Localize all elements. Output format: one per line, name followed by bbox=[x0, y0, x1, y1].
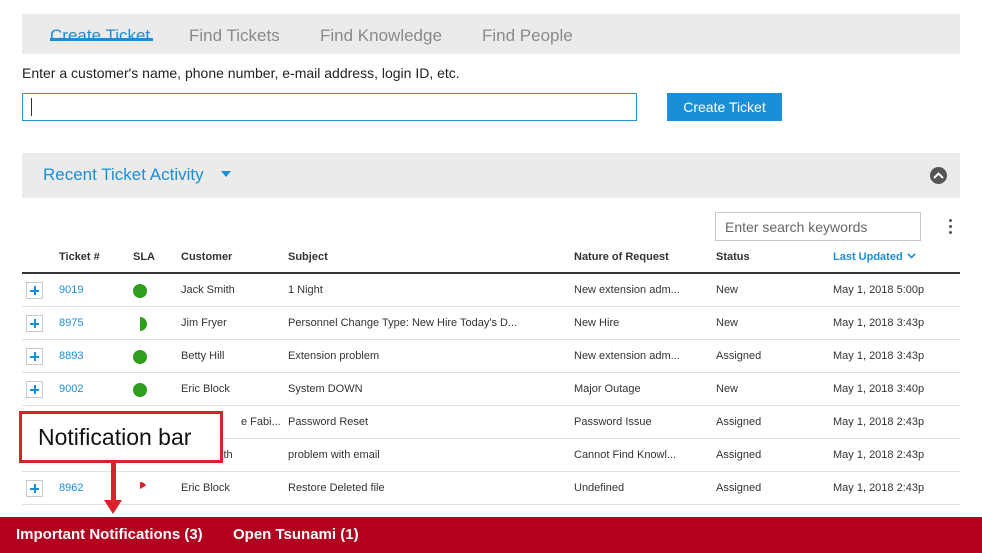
expand-row-icon[interactable] bbox=[26, 348, 43, 365]
customer-cell: Eric Block bbox=[181, 383, 230, 395]
table-row[interactable]: 8893 Betty Hill Extension problem New ex… bbox=[22, 340, 960, 373]
expand-row-icon[interactable] bbox=[26, 282, 43, 299]
customer-cell: Jack Smith bbox=[181, 284, 235, 296]
table-row[interactable]: 8975 Jim Fryer Personnel Change Type: Ne… bbox=[22, 307, 960, 340]
customer-cell: e Fabi... bbox=[241, 416, 281, 428]
customer-search-input[interactable] bbox=[22, 93, 637, 121]
status-cell: Assigned bbox=[716, 416, 762, 428]
create-ticket-button[interactable]: Create Ticket bbox=[667, 93, 782, 121]
subject-cell: Password Reset bbox=[288, 416, 369, 428]
tab-find-tickets[interactable]: Find Tickets bbox=[189, 26, 280, 46]
nature-cell: New extension adm... bbox=[574, 284, 680, 296]
column-header-nature[interactable]: Nature of Request bbox=[574, 251, 669, 263]
customer-cell: Jim Fryer bbox=[181, 317, 227, 329]
sla-status-icon bbox=[133, 350, 147, 364]
annotation-callout-text: Notification bar bbox=[38, 424, 192, 450]
status-cell: New bbox=[716, 383, 739, 395]
column-header-sla[interactable]: SLA bbox=[133, 251, 155, 263]
ticket-number-link[interactable]: 9019 bbox=[59, 284, 83, 296]
nature-cell: New extension adm... bbox=[574, 350, 680, 362]
ticket-number-link[interactable]: 8893 bbox=[59, 350, 83, 362]
tab-create-ticket[interactable]: Create Ticket bbox=[50, 26, 150, 46]
subject-cell: System DOWN bbox=[288, 383, 363, 395]
customer-cell: Eric Block bbox=[181, 482, 230, 494]
annotation-callout: Notification bar bbox=[19, 411, 223, 463]
notification-bar: Important Notifications (3) Open Tsunami… bbox=[0, 517, 982, 553]
last-updated-cell: May 1, 2018 3:43p bbox=[833, 317, 925, 329]
sla-status-icon bbox=[140, 317, 147, 331]
sla-status-icon bbox=[133, 284, 147, 298]
nature-cell: New Hire bbox=[574, 317, 620, 329]
nature-cell: Major Outage bbox=[574, 383, 641, 395]
text-caret bbox=[31, 98, 32, 116]
table-row[interactable]: 9002 Eric Block System DOWN Major Outage… bbox=[22, 373, 960, 406]
sla-status-icon bbox=[140, 482, 147, 489]
customer-search-hint: Enter a customer's name, phone number, e… bbox=[22, 65, 460, 81]
main-tab-bar: Create Ticket Find Tickets Find Knowledg… bbox=[22, 14, 960, 54]
ticket-number-link[interactable]: 8962 bbox=[59, 482, 83, 494]
ticket-number-link[interactable]: 8975 bbox=[59, 317, 83, 329]
subject-cell: Personnel Change Type: New Hire Today's … bbox=[288, 317, 518, 329]
recent-activity-header: Recent Ticket Activity bbox=[22, 153, 960, 198]
last-updated-cell: May 1, 2018 2:43p bbox=[833, 416, 925, 428]
tab-find-knowledge[interactable]: Find Knowledge bbox=[320, 26, 442, 46]
column-header-subject[interactable]: Subject bbox=[288, 251, 328, 263]
table-row[interactable]: 8962 Eric Block Restore Deleted file Und… bbox=[22, 472, 960, 505]
status-cell: Assigned bbox=[716, 482, 762, 494]
keyword-search-input[interactable] bbox=[715, 212, 921, 241]
collapse-up-icon[interactable] bbox=[930, 167, 947, 184]
table-row[interactable]: 9019 Jack Smith 1 Night New extension ad… bbox=[22, 274, 960, 307]
ticket-number-link[interactable]: 9002 bbox=[59, 383, 83, 395]
nature-cell: Password Issue bbox=[574, 416, 652, 428]
column-header-ticket[interactable]: Ticket # bbox=[59, 251, 100, 263]
expand-row-icon[interactable] bbox=[26, 381, 43, 398]
more-options-icon[interactable] bbox=[946, 219, 954, 235]
status-cell: New bbox=[716, 284, 739, 296]
column-header-last-updated[interactable]: Last Updated bbox=[833, 251, 916, 263]
active-tab-indicator bbox=[50, 38, 153, 41]
sla-status-icon bbox=[133, 383, 147, 397]
customer-cell: Betty Hill bbox=[181, 350, 225, 362]
subject-cell: Extension problem bbox=[288, 350, 380, 362]
column-header-customer[interactable]: Customer bbox=[181, 251, 232, 263]
last-updated-cell: May 1, 2018 3:43p bbox=[833, 350, 925, 362]
recent-activity-title[interactable]: Recent Ticket Activity bbox=[43, 165, 204, 185]
column-header-last-updated-label: Last Updated bbox=[833, 251, 903, 263]
important-notifications-link[interactable]: Important Notifications (3) bbox=[16, 526, 203, 543]
nature-cell: Cannot Find Knowl... bbox=[574, 449, 677, 461]
sort-descending-icon bbox=[907, 253, 916, 259]
open-tsunami-link[interactable]: Open Tsunami (1) bbox=[233, 526, 359, 543]
column-header-status[interactable]: Status bbox=[716, 251, 750, 263]
status-cell: Assigned bbox=[716, 350, 762, 362]
last-updated-cell: May 1, 2018 5:00p bbox=[833, 284, 925, 296]
annotation-arrow bbox=[111, 463, 116, 503]
last-updated-cell: May 1, 2018 3:40p bbox=[833, 383, 925, 395]
chevron-down-icon[interactable] bbox=[221, 171, 231, 177]
last-updated-cell: May 1, 2018 2:43p bbox=[833, 449, 925, 461]
subject-cell: 1 Night bbox=[288, 284, 323, 296]
expand-row-icon[interactable] bbox=[26, 315, 43, 332]
expand-row-icon[interactable] bbox=[26, 480, 43, 497]
status-cell: New bbox=[716, 317, 739, 329]
nature-cell: Undefined bbox=[574, 482, 625, 494]
status-cell: Assigned bbox=[716, 449, 762, 461]
subject-cell: Restore Deleted file bbox=[288, 482, 385, 494]
tab-find-people[interactable]: Find People bbox=[482, 26, 573, 46]
last-updated-cell: May 1, 2018 2:43p bbox=[833, 482, 925, 494]
subject-cell: problem with email bbox=[288, 449, 380, 461]
arrow-down-icon bbox=[104, 500, 122, 514]
